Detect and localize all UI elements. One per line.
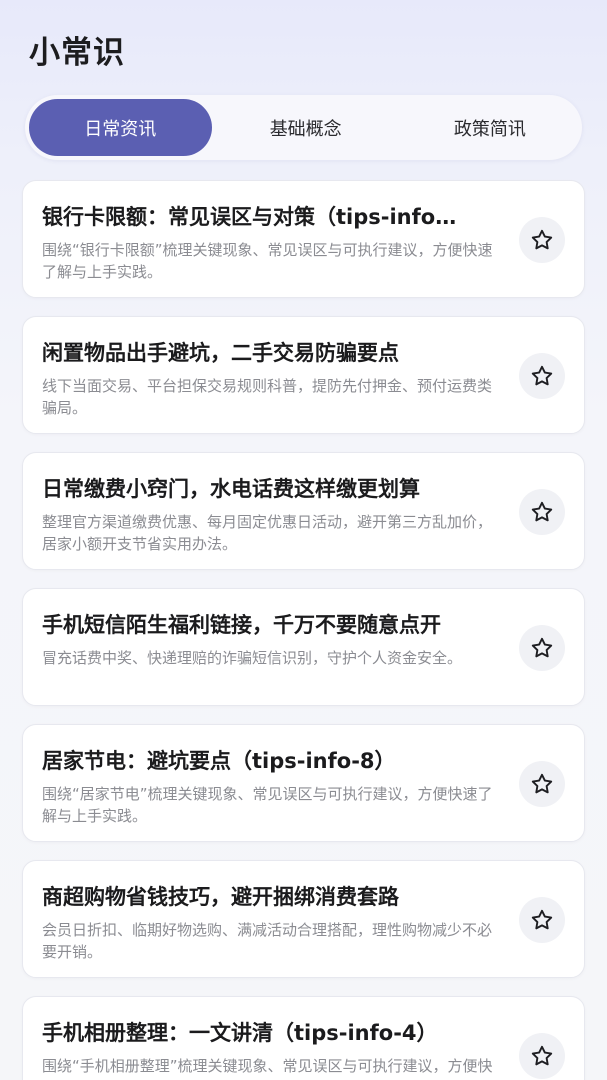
star-outline-icon	[531, 229, 553, 250]
category-tabs: 日常资讯 基础概念 政策简讯	[25, 95, 582, 160]
tab-daily-news[interactable]: 日常资讯	[29, 99, 212, 156]
article-list: 银行卡限额：常见误区与对策（tips-info… 围绕“银行卡限额”梳理关键现象…	[22, 180, 585, 1080]
article-card[interactable]: 日常缴费小窍门，水电话费这样缴更划算 整理官方渠道缴费优惠、每月固定优惠日活动，…	[22, 452, 585, 570]
favorite-button[interactable]	[519, 489, 565, 535]
page-title: 小常识	[29, 35, 125, 71]
star-outline-icon	[531, 501, 553, 522]
article-card[interactable]: 商超购物省钱技巧，避开捆绑消费套路 会员日折扣、临期好物选购、满减活动合理搭配，…	[22, 860, 585, 978]
article-summary: 围绕“手机相册整理”梳理关键现象、常见误区与可执行建议，方便快速了解与上手实践。	[42, 1057, 493, 1080]
favorite-button[interactable]	[519, 625, 565, 671]
favorite-button[interactable]	[519, 217, 565, 263]
star-outline-icon	[531, 637, 553, 658]
article-title: 手机相册整理：一文讲清（tips-info-4）	[42, 1021, 438, 1045]
article-summary: 线下当面交易、平台担保交易规则科普，提防先付押金、预付运费类骗局。	[42, 377, 493, 417]
article-card[interactable]: 银行卡限额：常见误区与对策（tips-info… 围绕“银行卡限额”梳理关键现象…	[22, 180, 585, 298]
article-card[interactable]: 手机相册整理：一文讲清（tips-info-4） 围绕“手机相册整理”梳理关键现…	[22, 996, 585, 1080]
article-card[interactable]: 手机短信陌生福利链接，千万不要随意点开 冒充话费中奖、快递理赔的诈骗短信识别，守…	[22, 588, 585, 706]
article-title: 银行卡限额：常见误区与对策（tips-info…	[42, 205, 457, 229]
favorite-button[interactable]	[519, 353, 565, 399]
tab-policy-briefs[interactable]: 政策简讯	[398, 95, 582, 160]
article-card[interactable]: 闲置物品出手避坑，二手交易防骗要点 线下当面交易、平台担保交易规则科普，提防先付…	[22, 316, 585, 434]
tab-basic-concepts[interactable]: 基础概念	[214, 95, 398, 160]
favorite-button[interactable]	[519, 1033, 565, 1079]
article-card[interactable]: 居家节电：避坑要点（tips-info-8） 围绕“居家节电”梳理关键现象、常见…	[22, 724, 585, 842]
favorite-button[interactable]	[519, 761, 565, 807]
star-outline-icon	[531, 1045, 553, 1066]
article-summary: 整理官方渠道缴费优惠、每月固定优惠日活动，避开第三方乱加价，居家小额开支节省实用…	[42, 513, 493, 553]
article-summary: 围绕“银行卡限额”梳理关键现象、常见误区与可执行建议，方便快速了解与上手实践。	[42, 241, 493, 281]
article-summary: 冒充话费中奖、快递理赔的诈骗短信识别，守护个人资金安全。	[42, 649, 463, 667]
article-title: 日常缴费小窍门，水电话费这样缴更划算	[42, 477, 420, 501]
star-outline-icon	[531, 365, 553, 386]
article-title: 闲置物品出手避坑，二手交易防骗要点	[42, 341, 399, 365]
favorite-button[interactable]	[519, 897, 565, 943]
star-outline-icon	[531, 773, 553, 794]
article-title: 手机短信陌生福利链接，千万不要随意点开	[42, 613, 441, 637]
article-title: 居家节电：避坑要点（tips-info-8）	[42, 749, 396, 773]
article-summary: 会员日折扣、临期好物选购、满减活动合理搭配，理性购物减少不必要开销。	[42, 921, 493, 961]
article-summary: 围绕“居家节电”梳理关键现象、常见误区与可执行建议，方便快速了解与上手实践。	[42, 785, 493, 825]
star-outline-icon	[531, 909, 553, 930]
article-title: 商超购物省钱技巧，避开捆绑消费套路	[42, 885, 399, 909]
